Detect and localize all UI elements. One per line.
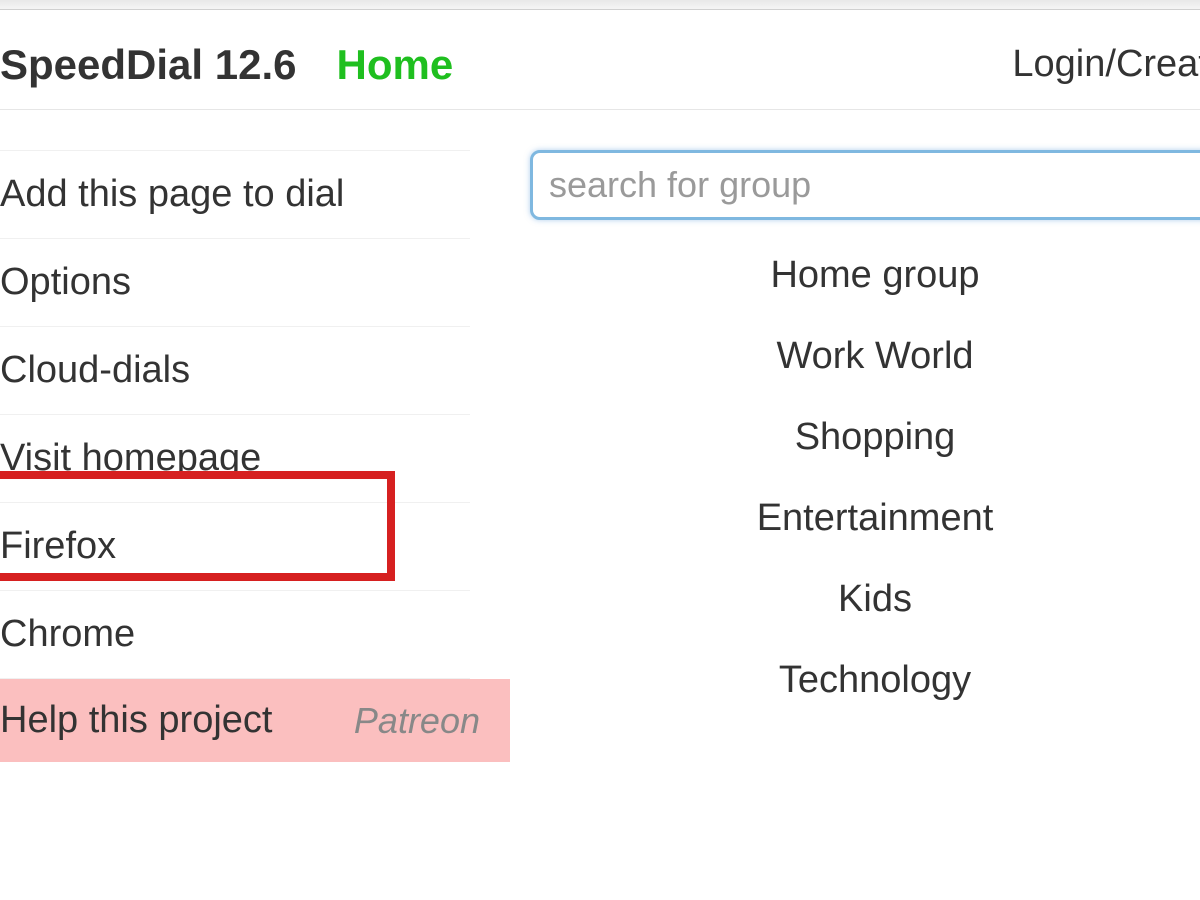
help-project-label: Help this project xyxy=(0,699,272,742)
group-list: Home group Work World Shopping Entertain… xyxy=(530,254,1200,702)
header: SpeedDial 12.6 Home Login/Create xyxy=(0,20,1200,110)
group-item[interactable]: Shopping xyxy=(795,416,956,459)
menu-add-page[interactable]: Add this page to dial xyxy=(0,150,470,239)
search-group-input[interactable] xyxy=(530,150,1200,220)
group-item[interactable]: Entertainment xyxy=(757,497,994,540)
menu-options[interactable]: Options xyxy=(0,239,470,327)
menu-visit-homepage[interactable]: Visit homepage xyxy=(0,415,470,503)
menu-chrome[interactable]: Chrome xyxy=(0,591,470,679)
window-chrome-edge xyxy=(0,0,1200,10)
group-item[interactable]: Technology xyxy=(779,659,971,702)
header-left: SpeedDial 12.6 Home xyxy=(0,41,453,89)
app-title: SpeedDial 12.6 xyxy=(0,41,296,89)
side-menu: Add this page to dial Options Cloud-dial… xyxy=(0,120,470,900)
body: Add this page to dial Options Cloud-dial… xyxy=(0,120,1200,900)
menu-firefox[interactable]: Firefox xyxy=(0,503,470,591)
login-create-link[interactable]: Login/Create xyxy=(1012,43,1200,86)
patreon-label: Patreon xyxy=(354,700,480,742)
group-item[interactable]: Kids xyxy=(838,578,912,621)
group-panel: Home group Work World Shopping Entertain… xyxy=(470,120,1200,900)
home-link[interactable]: Home xyxy=(336,41,453,89)
menu-cloud-dials[interactable]: Cloud-dials xyxy=(0,327,470,415)
menu-help-project[interactable]: Help this project Patreon xyxy=(0,679,510,762)
group-item[interactable]: Home group xyxy=(770,254,979,297)
group-item[interactable]: Work World xyxy=(776,335,973,378)
